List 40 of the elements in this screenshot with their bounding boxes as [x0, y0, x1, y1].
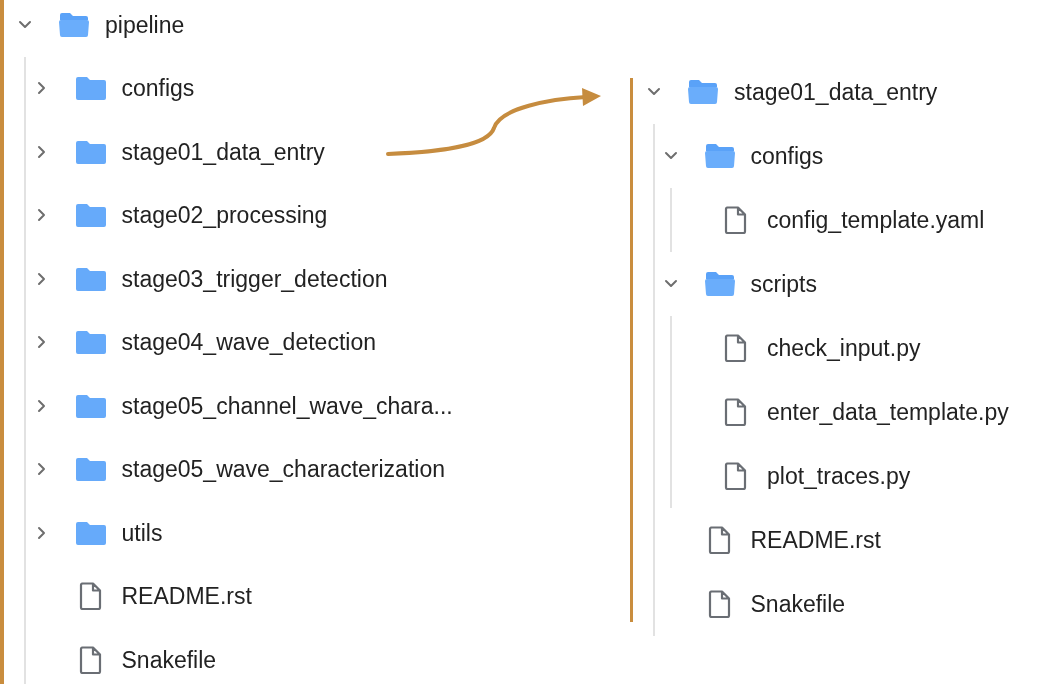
folder-name[interactable]: pipeline [105, 9, 185, 40]
file-name[interactable]: README.rst [121, 581, 252, 612]
file-name[interactable]: config_template.yaml [767, 205, 985, 235]
folder-icon [74, 329, 107, 356]
folder-icon [74, 75, 107, 102]
folder-icon [687, 79, 719, 105]
file-name[interactable]: README.rst [750, 525, 881, 555]
folder-name[interactable]: configs [121, 73, 195, 104]
file-icon [78, 645, 103, 674]
folder-icon [703, 271, 736, 297]
folder-name[interactable]: configs [750, 141, 824, 171]
folder-icon [74, 202, 107, 229]
file-icon [78, 582, 103, 611]
file-icon [724, 206, 748, 234]
folder-icon [74, 265, 107, 292]
folder-name[interactable]: utils [121, 517, 163, 548]
folder-name[interactable]: stage01_data_entry [121, 136, 325, 167]
folder-name[interactable]: stage03_trigger_detection [121, 263, 388, 294]
file-icon [724, 462, 748, 490]
file-icon [707, 590, 732, 618]
folder-icon [74, 519, 107, 546]
folder-icon [74, 392, 107, 419]
file-name[interactable]: plot_traces.py [767, 461, 911, 491]
file-name[interactable]: Snakefile [750, 589, 846, 619]
folder-name[interactable]: stage01_data_entry [734, 77, 938, 107]
folder-icon [703, 143, 736, 169]
folder-name[interactable]: stage05_wave_characterization [121, 454, 445, 485]
file-name[interactable]: enter_data_template.py [767, 397, 1009, 427]
folder-icon [58, 11, 90, 38]
file-name[interactable]: Snakefile [121, 644, 217, 675]
file-icon [707, 526, 732, 554]
file-name[interactable]: check_input.py [767, 333, 921, 363]
folder-icon [74, 138, 107, 165]
folder-name[interactable]: stage04_wave_detection [121, 327, 376, 358]
folder-icon [74, 456, 107, 483]
file-icon [724, 398, 748, 426]
folder-name[interactable]: stage02_processing [121, 200, 328, 231]
file-icon [724, 334, 748, 362]
folder-name[interactable]: stage05_channel_wave_chara... [121, 390, 453, 421]
folder-name[interactable]: scripts [750, 269, 817, 299]
